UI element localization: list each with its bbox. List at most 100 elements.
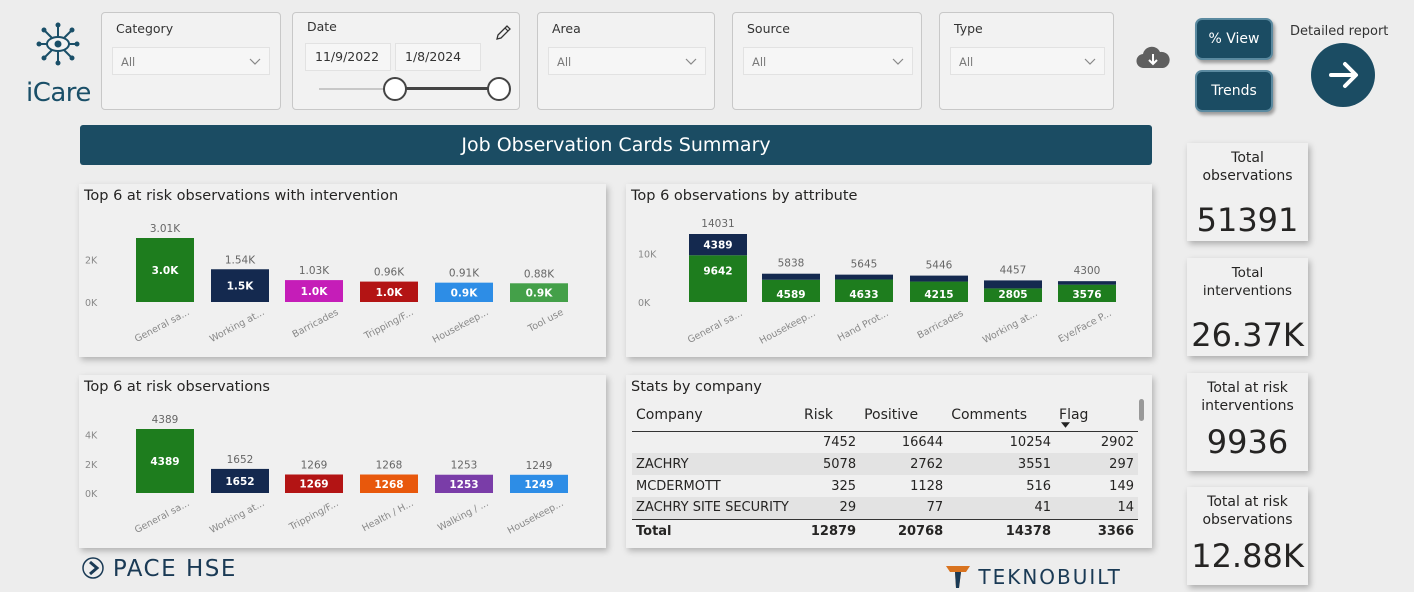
area-filter-label: Area bbox=[552, 21, 581, 36]
kpi-value: 12.88K bbox=[1191, 537, 1304, 575]
type-filter: Type All bbox=[939, 12, 1114, 110]
x-tick-label: Hand Prot... bbox=[836, 308, 891, 344]
y-tick-label: 0K bbox=[85, 489, 98, 500]
detailed-report-button[interactable] bbox=[1311, 43, 1375, 107]
date-slider-start-handle[interactable] bbox=[383, 77, 407, 101]
attribute-stacked-bar-chart: 0K 10K 9642 4389 14031 General sa... 4589 5838 H… bbox=[638, 218, 1116, 347]
kpi-total-at-risk-observations: Total at risk observations 12.88K bbox=[1187, 487, 1308, 585]
cell-total-risk: 12879 bbox=[799, 518, 861, 543]
cell-positive: 1128 bbox=[910, 478, 944, 494]
percent-view-button[interactable]: % View bbox=[1195, 18, 1273, 60]
bar-value-label: 1.0K bbox=[376, 287, 404, 299]
sort-descending-icon bbox=[1061, 422, 1071, 428]
bar-value-label: 1652 bbox=[225, 476, 254, 488]
bar-value-label: 0.9K bbox=[451, 287, 479, 299]
area-dropdown[interactable]: All bbox=[548, 47, 706, 75]
x-tick-label: Eye/Face P... bbox=[1057, 308, 1114, 345]
pace-hse-text: PACE HSE bbox=[112, 556, 237, 582]
bar-total-label: 5838 bbox=[778, 258, 805, 270]
x-tick-label: Tool use bbox=[526, 307, 566, 335]
bar-total-label: 4389 bbox=[152, 414, 179, 426]
col-company[interactable]: Company bbox=[632, 399, 800, 432]
source-filter: Source All bbox=[732, 12, 922, 110]
page-title: Job Observation Cards Summary bbox=[80, 125, 1152, 165]
date-end-value: 1/8/2024 bbox=[405, 49, 462, 64]
col-comments[interactable]: Comments bbox=[947, 399, 1056, 432]
bar-total-label: 0.96K bbox=[374, 267, 405, 279]
bar-total-label: 5446 bbox=[926, 260, 953, 272]
arrow-right-icon bbox=[1329, 62, 1358, 88]
chevron-down-icon bbox=[892, 58, 904, 65]
type-dropdown[interactable]: All bbox=[950, 47, 1105, 75]
table-total-row: Total 12879 20768 14378 3366 bbox=[632, 518, 1138, 543]
bar-total-label: 0.91K bbox=[449, 268, 480, 280]
x-tick-label: General sa... bbox=[686, 308, 744, 346]
cell-flag: 2902 bbox=[1100, 434, 1134, 450]
y-tick-label: 0K bbox=[85, 298, 98, 309]
cell-comments: 41 bbox=[947, 497, 1056, 519]
date-slider-end-handle[interactable] bbox=[487, 77, 511, 101]
source-dropdown[interactable]: All bbox=[743, 47, 913, 75]
table-row: ZACHRY 5078 2762 3551 297 bbox=[632, 453, 1138, 475]
bar-total-label: 1269 bbox=[301, 459, 328, 471]
kpi-value: 9936 bbox=[1206, 423, 1289, 461]
trends-button[interactable]: Trends bbox=[1195, 70, 1273, 112]
cell-positive: 2762 bbox=[860, 453, 948, 475]
x-tick-label: Tripping/F... bbox=[362, 307, 416, 342]
stats-header-row: Company Risk Positive Comments Flag bbox=[632, 399, 1138, 432]
bar-total-label: 3.01K bbox=[150, 223, 181, 235]
x-tick-label: Housekeep... bbox=[431, 307, 491, 346]
stats-card: Stats by company Company Risk Positive C… bbox=[626, 375, 1152, 548]
cell-total-label: Total bbox=[632, 518, 800, 543]
type-value: All bbox=[959, 55, 974, 69]
cell-positive: 77 bbox=[860, 497, 948, 519]
bar-total-label: 5645 bbox=[851, 259, 878, 271]
cell-risk: 29 bbox=[799, 497, 861, 519]
category-value: All bbox=[121, 55, 136, 69]
category-dropdown[interactable]: All bbox=[112, 47, 270, 75]
pace-hse-logo: PACE HSE bbox=[82, 556, 237, 582]
pencil-icon[interactable] bbox=[493, 23, 513, 43]
source-filter-label: Source bbox=[747, 21, 790, 36]
x-tick-label: Housekeep... bbox=[758, 308, 818, 347]
bar-total-label: 4300 bbox=[1074, 265, 1101, 277]
stats-table: Company Risk Positive Comments Flag 7452… bbox=[632, 399, 1138, 543]
teknobuilt-text: TEKNOBUILT bbox=[978, 565, 1122, 589]
col-flag[interactable]: Flag bbox=[1055, 399, 1138, 432]
x-tick-label: Working at... bbox=[981, 308, 1039, 346]
chevron-down-icon bbox=[249, 58, 261, 65]
y-tick-label: 10K bbox=[638, 250, 657, 261]
y-tick-label: 4K bbox=[85, 431, 98, 442]
x-tick-label: General sa... bbox=[133, 307, 191, 345]
kpi-value: 51391 bbox=[1196, 201, 1299, 239]
intervention-bar-chart: 0K 2K 3.01K 3.0K General sa... 1.54K 1.5K Worki… bbox=[85, 223, 568, 346]
col-positive[interactable]: Positive bbox=[860, 399, 948, 432]
kpi-label: Total observations bbox=[1202, 150, 1293, 184]
chevron-down-icon bbox=[1084, 58, 1096, 65]
col-risk[interactable]: Risk bbox=[799, 399, 861, 432]
cloud-download-icon[interactable] bbox=[1136, 46, 1170, 72]
bar-value-label: 3.0K bbox=[152, 265, 180, 277]
bar-total-label: 1.54K bbox=[225, 254, 256, 266]
bar-value-label: 4389 bbox=[150, 456, 179, 468]
table-scrollbar[interactable] bbox=[1139, 399, 1144, 421]
area-filter: Area All bbox=[537, 12, 715, 110]
x-tick-label: General sa... bbox=[133, 498, 191, 536]
bar-value-label: 1268 bbox=[374, 479, 403, 491]
cell-company: ZACHRY SITE SECURITY bbox=[632, 497, 800, 519]
kpi-total-interventions: Total interventions 26.37K bbox=[1187, 258, 1308, 356]
bar-segment bbox=[689, 255, 747, 302]
date-filter-label: Date bbox=[307, 19, 337, 34]
kpi-label: Total interventions bbox=[1202, 265, 1293, 299]
kpi-label: Total at risk interventions bbox=[1201, 380, 1294, 414]
bar-segment bbox=[762, 273, 820, 280]
table-row: MCDERMOTT 325 1128 516 149 bbox=[632, 475, 1138, 497]
bar-value-label: 4389 bbox=[703, 240, 732, 252]
chevron-down-icon bbox=[685, 58, 697, 65]
x-tick-label: Working at... bbox=[208, 307, 266, 345]
y-tick-label: 2K bbox=[85, 460, 98, 471]
y-tick-label: 0K bbox=[638, 298, 651, 309]
type-filter-label: Type bbox=[954, 21, 983, 36]
bar-value-label: 4633 bbox=[849, 289, 878, 301]
kpi-total-observations: Total observations 51391 bbox=[1187, 143, 1308, 241]
